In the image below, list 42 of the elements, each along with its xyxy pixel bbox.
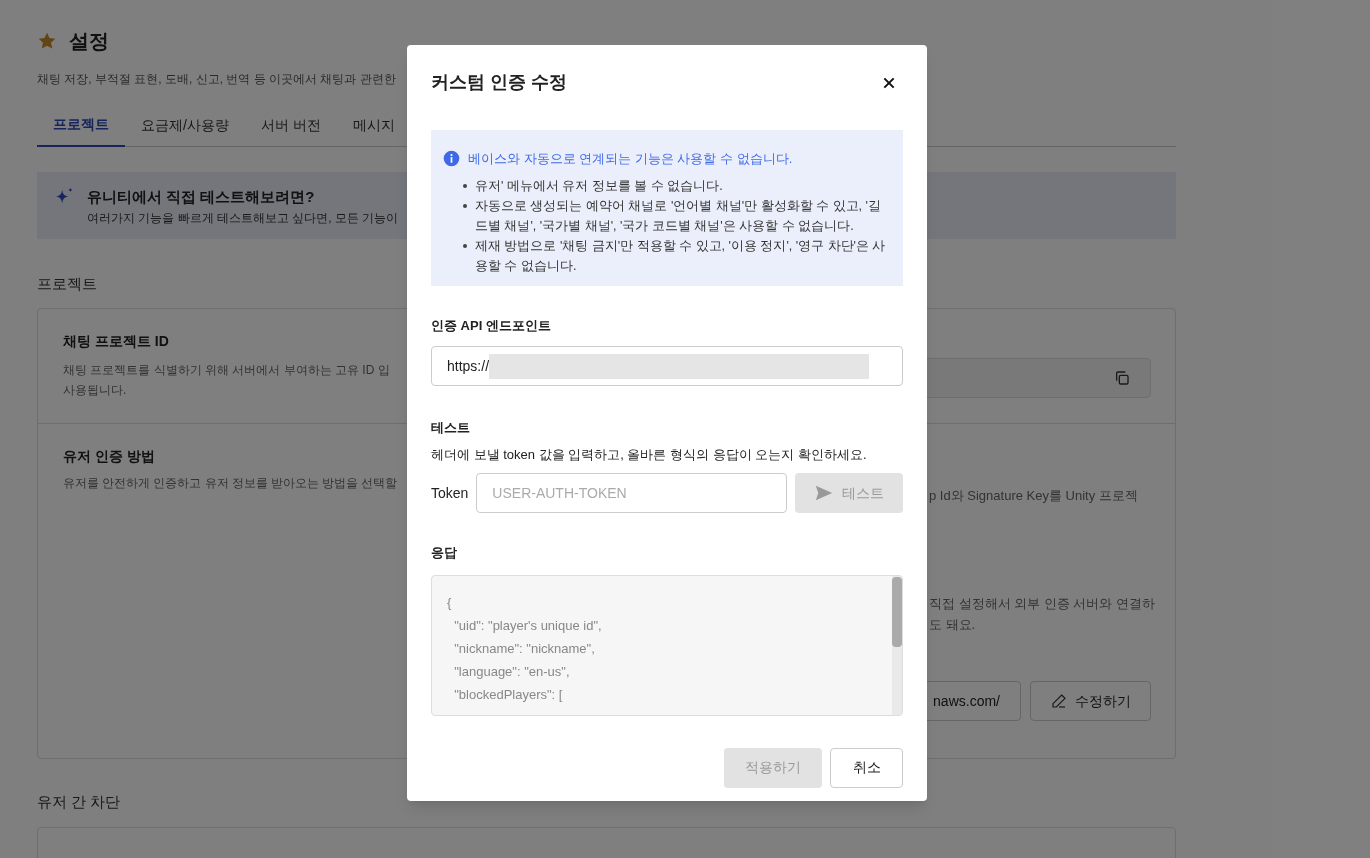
setting-description: 채팅 프로젝트를 식별하기 위해 서버에서 부여하는 고유 ID 입 사용됩니다. [63,361,391,399]
tab[interactable]: 서버 버전 [244,114,337,146]
code-line: "blockedPlayers": [ [453,685,564,704]
tab[interactable]: 요금제/사용량 [125,114,245,146]
star-icon [37,31,57,51]
section-title: 프로젝트 [37,274,98,294]
test-description: 헤더에 보낼 token 값을 입력하고, 올바른 형식의 응답이 오는지 확인하세요. [431,445,868,464]
scrollbar[interactable] [892,575,902,715]
setting-title: 유저 인증 방법 [63,446,156,466]
code-line: "nickname": "nickname", [453,639,596,658]
section-title: 유저 간 차단 [37,791,122,812]
page-title: 설정 [69,29,109,54]
notice-item: 유저' 메뉴에서 유저 정보를 볼 수 없습니다. [475,177,723,195]
info-icon [443,150,460,168]
page-subtitle: 채팅 저장, 부적절 표현, 도배, 신고, 번역 등 이곳에서 채팅과 관련한 [37,71,396,88]
token-label: Token [431,483,469,503]
banner-title: 유니티에서 직접 테스트해보려면? [87,187,316,207]
dialog-button[interactable]: 취소 [830,747,903,788]
notice-title: 베이스와 자동으로 연계되는 기능은 사용할 수 없습니다. [468,150,793,168]
bullet-icon [463,243,467,248]
tab[interactable]: 프로젝트 [37,114,125,147]
dialog-title: 커스텀 인증 수정 [431,71,567,94]
tab[interactable]: 메시지 [336,114,411,146]
code-line: "language": "en-us", [453,662,571,681]
pencil-icon [1050,693,1067,709]
banner-text: 여러가지 기능을 빠르게 테스트해보고 싶다면, 모든 기능이 [87,209,399,227]
field-value: https:// [447,356,490,376]
field-label: 응답 [431,544,458,562]
copy-icon[interactable] [1114,369,1130,386]
field-label: 인증 API 엔드포인트 [431,316,552,335]
notice-item: 제재 방법으로 '채팅 금지'만 적용할 수 있고, '이용 정지', '영구 차단'은 사용할 수 없습니다. [475,237,887,275]
bullet-icon [463,183,467,188]
setting-title: 채팅 프로젝트 ID [63,331,170,351]
notice-item: 자동으로 생성되는 예약어 채널로 '언어별 채널'만 활성화할 수 있고, '길드별 채널', '국가별 채널', '국가 코드별 채널'은 사용할 수 없습니다. [475,197,882,235]
field-label: 테스트 [431,419,471,437]
code-line: { [447,593,453,612]
endpoint-field[interactable]: https:// [431,346,903,386]
code-line: "uid": "player's unique id", [453,616,603,635]
edit-button[interactable]: 수정하기 [1030,681,1151,721]
setting-description: 유저를 안전하게 인증하고 유저 정보를 받아오는 방법을 선택할 [63,475,399,491]
bullet-icon [463,203,467,208]
token-field[interactable]: USER-AUTH-TOKEN [476,473,788,513]
